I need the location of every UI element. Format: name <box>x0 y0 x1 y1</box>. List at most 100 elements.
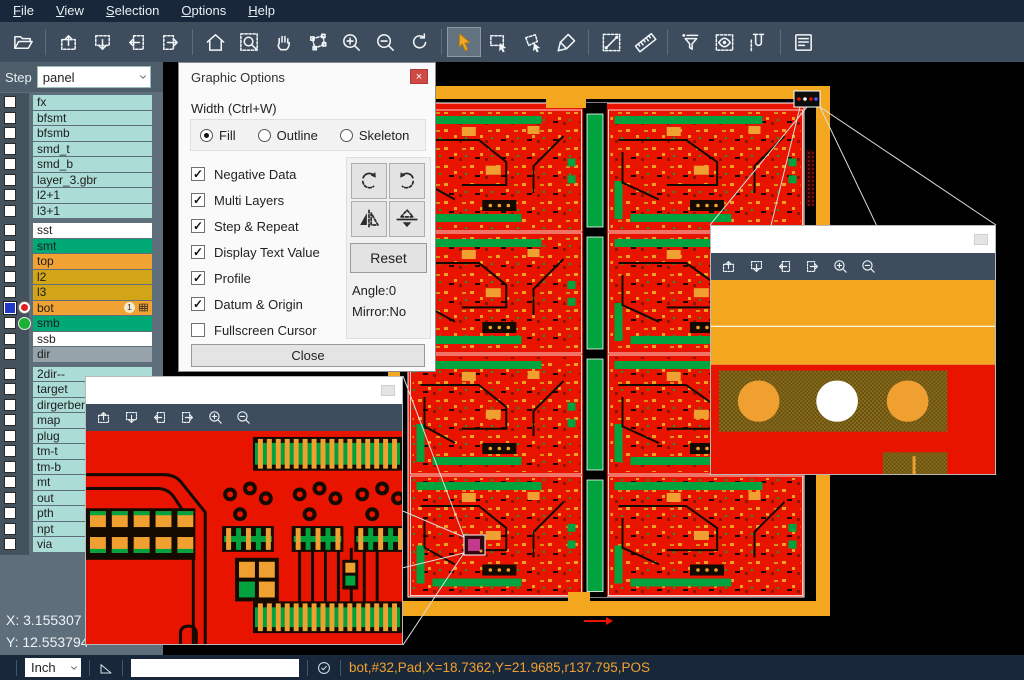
tool-zoom-previous[interactable] <box>402 27 436 57</box>
tool-zoom-window[interactable] <box>232 27 266 57</box>
layer-row-smd_b[interactable]: smd_b <box>0 157 152 172</box>
layer-label[interactable]: bfsmt <box>33 111 152 126</box>
layer-label[interactable]: dir <box>33 347 152 362</box>
layer-row-l3[interactable]: l3 <box>0 285 152 300</box>
layer-label[interactable]: ssb <box>33 332 152 347</box>
checkbox-icon[interactable]: ✓ <box>191 245 205 259</box>
radio-fill[interactable]: Fill <box>200 128 236 143</box>
tool-home[interactable] <box>198 27 232 57</box>
layer-visibility-checkbox[interactable] <box>4 507 16 519</box>
layer-visibility-checkbox[interactable] <box>4 414 16 426</box>
layer-visibility-checkbox[interactable] <box>4 476 16 488</box>
layer-label[interactable]: smd_b <box>33 157 152 172</box>
refresh-icon[interactable] <box>316 660 332 676</box>
tool-move-up[interactable] <box>51 27 85 57</box>
checkbox-icon[interactable] <box>191 323 205 337</box>
tool-filter[interactable] <box>673 27 707 57</box>
layer-visibility-checkbox[interactable] <box>4 399 16 411</box>
checkbox-icon[interactable]: ✓ <box>191 271 205 285</box>
layer-row-l2[interactable]: l2 <box>0 270 152 285</box>
tool-zoom-out[interactable] <box>368 27 402 57</box>
layer-label[interactable]: l2 <box>33 270 152 285</box>
layer-row-bot[interactable]: bot1 <box>0 301 152 316</box>
layer-label[interactable]: l3 <box>33 285 152 300</box>
layer-visibility-checkbox[interactable] <box>4 445 16 457</box>
tool-layer-list[interactable] <box>786 27 820 57</box>
tool-polygon-select[interactable] <box>515 27 549 57</box>
mirror-v-button[interactable] <box>389 201 425 237</box>
window-button-icon[interactable] <box>974 234 988 245</box>
magnifier-left-view[interactable] <box>86 431 402 644</box>
layer-visibility-checkbox[interactable] <box>4 538 16 550</box>
option-multi-layers[interactable]: ✓Multi Layers <box>191 187 349 213</box>
layer-row-bfsmt[interactable]: bfsmt <box>0 111 152 126</box>
layer-label[interactable]: bot1 <box>33 301 152 316</box>
mirror-h-button[interactable] <box>351 201 387 237</box>
layer-label[interactable]: l2+1 <box>33 188 152 203</box>
menu-file[interactable]: File <box>2 0 45 22</box>
layer-visibility-checkbox[interactable] <box>4 255 16 267</box>
layer-label[interactable]: bfsmb <box>33 126 152 141</box>
layer-label[interactable]: top <box>33 254 152 269</box>
layer-row-l2+1[interactable]: l2+1 <box>0 188 152 203</box>
tool-polygon-pan[interactable] <box>300 27 334 57</box>
checkbox-icon[interactable]: ✓ <box>191 297 205 311</box>
magnifier-left-titlebar[interactable] <box>86 377 402 404</box>
mag-tool-zoom-in[interactable] <box>832 258 849 275</box>
command-input[interactable] <box>131 659 299 677</box>
tool-move-down[interactable] <box>85 27 119 57</box>
mag-tool-zoom-out[interactable] <box>860 258 877 275</box>
close-icon[interactable]: × <box>410 69 428 84</box>
dialog-close-button[interactable]: Close <box>191 344 425 367</box>
mag-tool-move-left[interactable] <box>151 409 168 426</box>
layer-label[interactable]: smb <box>33 316 152 331</box>
layer-row-l3+1[interactable]: l3+1 <box>0 204 152 219</box>
layer-visibility-checkbox[interactable] <box>4 383 16 395</box>
layer-row-fx[interactable]: fx <box>0 95 152 110</box>
layer-label[interactable]: smt <box>33 239 152 254</box>
menu-selection[interactable]: Selection <box>95 0 170 22</box>
layer-row-bfsmb[interactable]: bfsmb <box>0 126 152 141</box>
layer-visibility-checkbox[interactable] <box>4 240 16 252</box>
tool-clean-brush[interactable] <box>549 27 583 57</box>
rotate-ccw-button[interactable] <box>389 163 425 199</box>
unit-select[interactable]: Inch <box>25 658 81 677</box>
layer-label[interactable]: fx <box>33 95 152 110</box>
menu-options[interactable]: Options <box>170 0 237 22</box>
layer-visibility-checkbox[interactable] <box>4 189 16 201</box>
mag-tool-move-up[interactable] <box>720 258 737 275</box>
layer-visibility-checkbox[interactable] <box>4 286 16 298</box>
window-button-icon[interactable] <box>381 385 395 396</box>
layer-row-top[interactable]: top <box>0 254 152 269</box>
tool-rect-select[interactable] <box>481 27 515 57</box>
option-negative-data[interactable]: ✓Negative Data <box>191 161 349 187</box>
tool-ruler[interactable] <box>628 27 662 57</box>
mag-tool-zoom-in[interactable] <box>207 409 224 426</box>
layer-label[interactable]: sst <box>33 223 152 238</box>
mag-tool-move-right[interactable] <box>804 258 821 275</box>
tool-snap-magnet[interactable] <box>741 27 775 57</box>
tool-move-left[interactable] <box>119 27 153 57</box>
mag-tool-move-down[interactable] <box>123 409 140 426</box>
mag-tool-zoom-out[interactable] <box>235 409 252 426</box>
layer-row-layer_3.gbr[interactable]: layer_3.gbr <box>0 173 152 188</box>
layer-visibility-checkbox[interactable] <box>4 158 16 170</box>
tool-move-right[interactable] <box>153 27 187 57</box>
layer-visibility-checkbox[interactable] <box>4 224 16 236</box>
layer-visibility-checkbox[interactable] <box>4 368 16 380</box>
dialog-titlebar[interactable]: Graphic Options × <box>179 63 435 89</box>
mag-tool-move-right[interactable] <box>179 409 196 426</box>
layer-row-ssb[interactable]: ssb <box>0 332 152 347</box>
layer-visibility-checkbox[interactable] <box>4 461 16 473</box>
step-select[interactable]: panel <box>37 66 151 88</box>
option-step-repeat[interactable]: ✓Step & Repeat <box>191 213 349 239</box>
layer-row-smt[interactable]: smt <box>0 239 152 254</box>
layer-visibility-checkbox[interactable] <box>4 143 16 155</box>
option-fullscreen-cursor[interactable]: Fullscreen Cursor <box>191 317 349 343</box>
layer-visibility-checkbox[interactable] <box>4 333 16 345</box>
option-profile[interactable]: ✓Profile <box>191 265 349 291</box>
layer-visibility-checkbox[interactable] <box>4 302 16 314</box>
layer-visibility-checkbox[interactable] <box>4 112 16 124</box>
option-datum-origin[interactable]: ✓Datum & Origin <box>191 291 349 317</box>
layer-row-smd_t[interactable]: smd_t <box>0 142 152 157</box>
